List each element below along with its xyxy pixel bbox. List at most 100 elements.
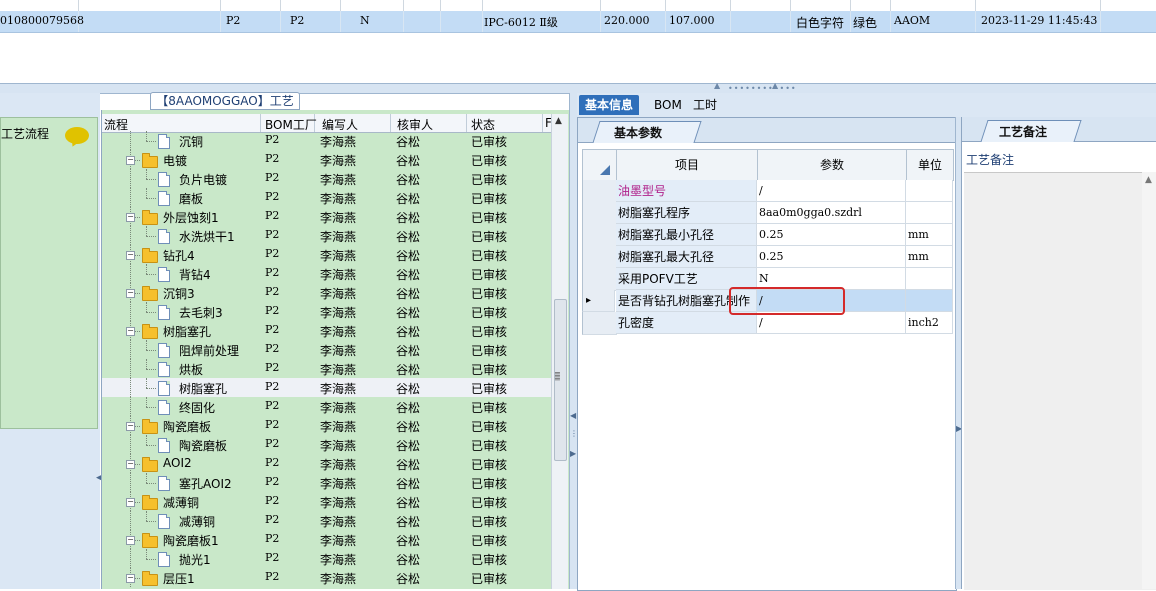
tree-node-label: 终固化 bbox=[179, 401, 216, 415]
tree-row[interactable]: − 钻孔4 P2 李海燕 谷松 已审核 bbox=[102, 245, 554, 264]
tree-row[interactable]: 烘板 P2 李海燕 谷松 已审核 bbox=[102, 359, 554, 378]
row-indicator[interactable] bbox=[582, 312, 617, 335]
process-flow-tab[interactable]: 【8AAOMOGGAO】工艺流程 bbox=[150, 92, 300, 124]
record-grid-selected-row[interactable]: 010800079568 P2 P2 N IPC-6012 Ⅱ级 220.000… bbox=[0, 11, 1156, 33]
tree-row[interactable]: − AOI2 P2 李海燕 谷松 已审核 bbox=[102, 454, 554, 473]
tree-node-label: 磨板 bbox=[179, 192, 204, 206]
collapse-node-icon[interactable]: − bbox=[126, 498, 135, 507]
collapse-node-icon[interactable]: − bbox=[126, 422, 135, 431]
row-pointer-icon[interactable]: ▸ bbox=[582, 290, 615, 312]
collapse-node-icon[interactable]: − bbox=[126, 536, 135, 545]
tree-cell-reviewer: 谷松 bbox=[396, 154, 421, 168]
tree-row[interactable]: 磨板 P2 李海燕 谷松 已审核 bbox=[102, 188, 554, 207]
tree-row[interactable]: − 层压1 P2 李海燕 谷松 已审核 bbox=[102, 568, 554, 587]
tab-basic-info[interactable]: 基本信息 bbox=[579, 95, 640, 115]
splitter-collapse-up-icon[interactable]: ▲ bbox=[714, 81, 720, 90]
process-remarks-textarea[interactable] bbox=[964, 172, 1156, 590]
param-row[interactable]: 孔密度 / inch2 bbox=[582, 312, 954, 335]
tree-cell-writer: 李海燕 bbox=[320, 135, 357, 149]
process-flow-card[interactable]: 工艺流程 bbox=[0, 117, 98, 429]
row-indicator[interactable] bbox=[582, 202, 617, 225]
tree-connector bbox=[146, 236, 156, 237]
tree-row[interactable]: 塞孔AOI2 P2 李海燕 谷松 已审核 bbox=[102, 473, 554, 492]
collapse-node-icon[interactable]: − bbox=[126, 327, 135, 336]
params-col-unit[interactable]: 单位 bbox=[906, 149, 954, 181]
tree-row[interactable]: 抛光1 P2 李海燕 谷松 已审核 bbox=[102, 549, 554, 568]
tree-row[interactable]: − 外层蚀刻1 P2 李海燕 谷松 已审核 bbox=[102, 207, 554, 226]
param-unit[interactable] bbox=[906, 268, 953, 290]
tree-cell-writer: 李海燕 bbox=[320, 534, 357, 548]
tree-cell-status: 已审核 bbox=[471, 154, 508, 168]
folder-icon bbox=[142, 286, 158, 301]
row-indicator[interactable] bbox=[582, 246, 617, 269]
tree-row[interactable]: 阻焊前处理 P2 李海燕 谷松 已审核 bbox=[102, 340, 554, 359]
param-unit[interactable]: mm bbox=[906, 224, 953, 246]
tab-bom[interactable]: BOM bbox=[648, 95, 688, 115]
param-unit[interactable]: inch2 bbox=[906, 312, 953, 334]
tree-vertical-scrollbar[interactable]: ▲ ═ ═ ═ bbox=[551, 114, 568, 589]
collapse-node-icon[interactable]: − bbox=[126, 289, 135, 298]
splitter-expand-right-icon[interactable]: ▶ bbox=[570, 449, 576, 458]
row-indicator[interactable] bbox=[582, 224, 617, 247]
tree-row[interactable]: 终固化 P2 李海燕 谷松 已审核 bbox=[102, 397, 554, 416]
tree-row[interactable]: 背钻4 P2 李海燕 谷松 已审核 bbox=[102, 264, 554, 283]
document-icon bbox=[158, 343, 170, 358]
tree-row[interactable]: − 树脂塞孔 P2 李海燕 谷松 已审核 bbox=[102, 321, 554, 340]
scroll-up-icon[interactable]: ▲ bbox=[1145, 175, 1152, 185]
tree-row[interactable]: − 陶瓷磨板1 P2 李海燕 谷松 已审核 bbox=[102, 530, 554, 549]
param-row[interactable]: 树脂塞孔最大孔径 0.25 mm bbox=[582, 246, 954, 269]
row-indicator[interactable] bbox=[582, 180, 617, 203]
collapse-node-icon[interactable]: − bbox=[126, 574, 135, 583]
param-value[interactable]: 0.25 bbox=[757, 224, 906, 246]
splitter-grip-icon[interactable]: •••••••••••• bbox=[728, 84, 797, 93]
param-row[interactable]: 油墨型号 / bbox=[582, 180, 954, 203]
remarks-vertical-scrollbar[interactable]: ▲ bbox=[1142, 172, 1156, 589]
tree-row[interactable]: 负片电镀 P2 李海燕 谷松 已审核 bbox=[102, 169, 554, 188]
tree-row[interactable]: 水洗烘干1 P2 李海燕 谷松 已审核 bbox=[102, 226, 554, 245]
param-unit[interactable] bbox=[906, 202, 953, 224]
param-value[interactable]: / bbox=[757, 312, 906, 334]
tree-connector bbox=[146, 179, 156, 180]
tree-cell-bom: P2 bbox=[265, 228, 280, 241]
tree-connector bbox=[146, 302, 147, 312]
collapse-node-icon[interactable]: − bbox=[126, 156, 135, 165]
tree-row[interactable]: − 陶瓷磨板 P2 李海燕 谷松 已审核 bbox=[102, 416, 554, 435]
param-unit[interactable]: mm bbox=[906, 246, 953, 268]
tree-row[interactable]: 树脂塞孔 P2 李海燕 谷松 已审核 bbox=[102, 378, 554, 397]
tree-row[interactable]: − 电镀 P2 李海燕 谷松 已审核 bbox=[102, 150, 554, 169]
tree-connector bbox=[146, 483, 156, 484]
param-value[interactable]: / bbox=[757, 180, 906, 202]
row-indicator[interactable] bbox=[582, 268, 617, 291]
param-row[interactable]: 树脂塞孔程序 8aa0m0gga0.szdrl bbox=[582, 202, 954, 225]
params-col-item[interactable]: 项目 bbox=[616, 149, 758, 181]
splitter-collapse-left-icon[interactable]: ◀ bbox=[570, 411, 576, 420]
param-unit[interactable] bbox=[906, 180, 953, 202]
collapse-node-icon[interactable]: − bbox=[126, 213, 135, 222]
param-row[interactable]: 树脂塞孔最小孔径 0.25 mm bbox=[582, 224, 954, 247]
tree-row[interactable]: − 沉铜3 P2 李海燕 谷松 已审核 bbox=[102, 283, 554, 302]
record-grid: 010800079568 P2 P2 N IPC-6012 Ⅱ级 220.000… bbox=[0, 0, 1156, 34]
param-value[interactable]: 0.25 bbox=[757, 246, 906, 268]
tree-row[interactable]: − 减薄铜 P2 李海燕 谷松 已审核 bbox=[102, 492, 554, 511]
scroll-up-icon[interactable]: ▲ bbox=[555, 116, 562, 126]
tree-cell-writer: 李海燕 bbox=[320, 420, 357, 434]
splitter-expand-down-icon[interactable]: ▲ bbox=[772, 81, 778, 90]
tree-connector bbox=[146, 359, 147, 369]
tree-cell-reviewer: 谷松 bbox=[396, 192, 421, 206]
chat-bubble-icon[interactable] bbox=[65, 127, 89, 144]
tree-row[interactable]: 沉铜 P2 李海燕 谷松 已审核 bbox=[102, 131, 554, 150]
tree-connector bbox=[146, 340, 147, 350]
tree-row[interactable]: 陶瓷磨板 P2 李海燕 谷松 已审核 bbox=[102, 435, 554, 454]
tree-row[interactable]: 减薄铜 P2 李海燕 谷松 已审核 bbox=[102, 511, 554, 530]
param-value[interactable]: 8aa0m0gga0.szdrl bbox=[757, 202, 906, 224]
process-remarks-pane: 工艺备注 工艺备注 ▲ bbox=[961, 117, 1156, 590]
param-unit[interactable] bbox=[906, 290, 953, 312]
params-col-param[interactable]: 参数 bbox=[757, 149, 907, 181]
tree-cell-writer: 李海燕 bbox=[320, 439, 357, 453]
tree-connector bbox=[146, 131, 147, 141]
collapse-node-icon[interactable]: − bbox=[126, 460, 135, 469]
tree-row[interactable]: 去毛刺3 P2 李海燕 谷松 已审核 bbox=[102, 302, 554, 321]
tab-work-hours[interactable]: 工时 bbox=[687, 95, 723, 115]
tree-connector bbox=[146, 511, 147, 521]
collapse-node-icon[interactable]: − bbox=[126, 251, 135, 260]
